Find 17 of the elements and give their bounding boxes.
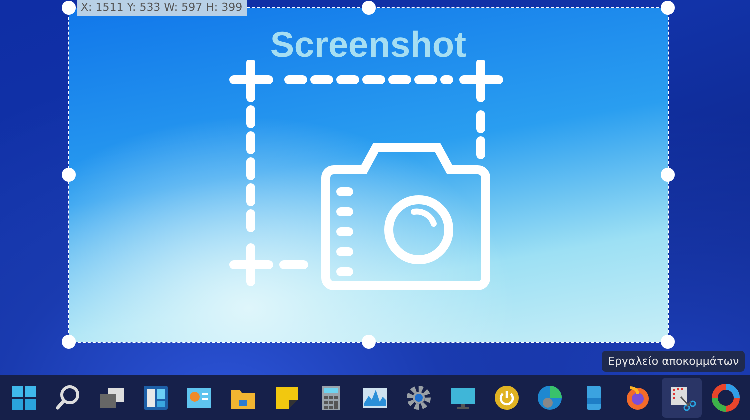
settings-icon: [404, 384, 433, 412]
resize-handle[interactable]: [62, 1, 76, 15]
taskbar-button[interactable]: [662, 378, 702, 418]
resize-handle[interactable]: [661, 335, 675, 349]
resize-handle[interactable]: [661, 1, 675, 15]
selection-coordinates: X: 1511 Y: 533 W: 597 H: 399: [77, 0, 247, 16]
resize-handle[interactable]: [362, 1, 376, 15]
resize-handle[interactable]: [362, 335, 376, 349]
tooltip: Εργαλείο αποκομμάτων: [602, 351, 746, 372]
picture-title: Screenshot: [270, 25, 467, 65]
start-menu-icon: [10, 384, 38, 412]
search-icon: [54, 384, 82, 412]
resize-handle[interactable]: [62, 335, 76, 349]
panels-icon: [142, 384, 170, 412]
resize-handle[interactable]: [661, 168, 675, 182]
power-button-icon: [492, 384, 521, 412]
resize-handle[interactable]: [62, 168, 76, 182]
